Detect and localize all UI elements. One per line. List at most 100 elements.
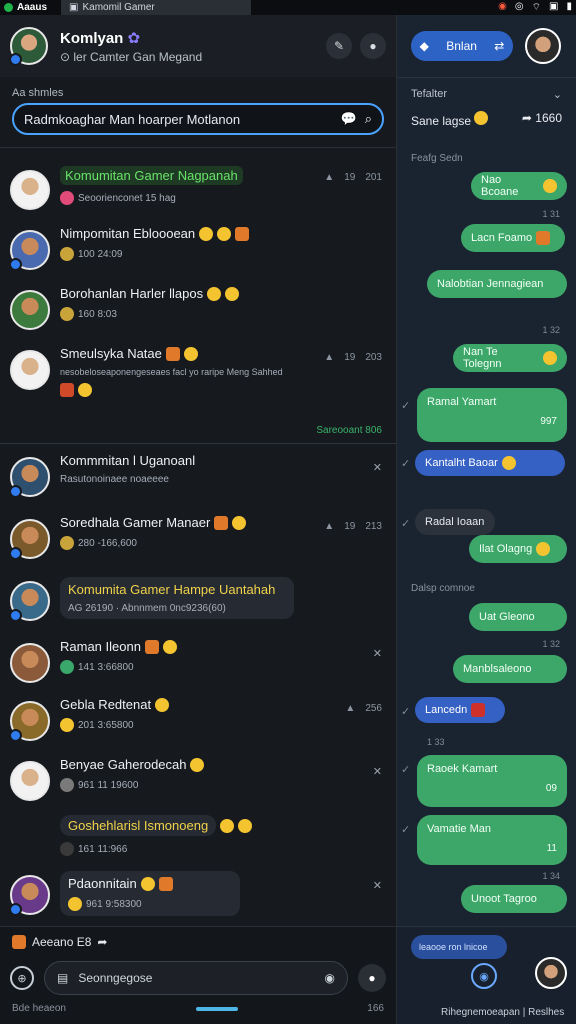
message-bubble[interactable]: Radal Ioaan [415, 509, 495, 535]
emoji-icon [220, 818, 235, 833]
message-meta: 997 [540, 416, 557, 427]
record-icon: ◉ [479, 970, 489, 983]
avatar[interactable] [9, 27, 48, 66]
list-item[interactable]: Gebla Redtenat 201 3:65800 ▲ 256 [0, 691, 396, 751]
chat-name: Pdaonnitain [68, 876, 232, 891]
message-bubble[interactable]: Vamatie Man 11 [417, 815, 567, 865]
message-bubble[interactable]: Ilat Olagng [469, 535, 567, 563]
list-item[interactable]: Soredhala Gamer Manaer 280 -166,600 ▲ 19 2… [0, 509, 396, 571]
search-icon[interactable]: ⌕ [365, 111, 372, 127]
close-icon[interactable]: ✕ [373, 765, 382, 778]
timestamp: 1 32 [542, 639, 560, 649]
close-icon[interactable]: ✕ [373, 647, 382, 660]
record-icon[interactable]: ◉ [325, 971, 335, 985]
status-bar: Aaaus ▣ Kamomil Gamer ◉ ◎ ⌔ ▣ ▮ [0, 0, 576, 15]
pill-button[interactable]: ◆ Bnlan ⇄ [411, 31, 513, 61]
emoji-icon [225, 286, 240, 301]
message-bubble[interactable]: Nao Bcoane [471, 172, 567, 200]
message-bubble[interactable]: Lancedn [415, 697, 505, 723]
list-item[interactable]: Nimpomitan Ebloooean 100 24:09 [0, 220, 396, 280]
avatar[interactable] [535, 957, 567, 989]
message-bubble[interactable]: Uat Gleono [469, 603, 567, 631]
list-item[interactable]: Kommmitan l Uganoanl Rasutonoinaee noaee… [0, 447, 396, 509]
list-item[interactable]: Komumita Gamer Hampe Uantahah AG 26190 ·… [0, 571, 396, 633]
emoji-icon [207, 286, 222, 301]
message-bubble[interactable]: Ramal Yamart 997 [417, 388, 567, 442]
message-meta: 11 [546, 843, 557, 854]
list-item[interactable]: Komumitan Gamer Nagpanah Seoorienconet 1… [0, 160, 396, 220]
chat-name: Kommmitan l Uganoanl [60, 453, 196, 468]
chat-preview: 961 9:58300 [86, 898, 142, 910]
share-icon[interactable]: ➦ [97, 935, 107, 949]
message-bubble[interactable]: Raoek Kamart 09 [417, 755, 567, 807]
profile-button[interactable]: ● [360, 33, 386, 59]
chat-name: Komumita Gamer Hampe Uantahah [68, 582, 276, 597]
timestamp: 1 31 [542, 209, 560, 219]
share-count[interactable]: ➦ 1660 [522, 111, 562, 128]
check-icon: ✓ [401, 518, 411, 530]
message-bubble[interactable]: Lacn Foamo [461, 224, 565, 252]
chat-preview: 961 11 19600 [78, 779, 139, 791]
verified-icon: ✿ [127, 29, 141, 47]
chevron-down-icon[interactable]: ⌄ [553, 88, 562, 101]
search-input[interactable]: Radmkoaghar Man hoarper Motlanon [24, 112, 333, 127]
composer-pill[interactable]: leaooe ron lnicoe [411, 935, 507, 959]
top-bar: Komlyan ✿ ⊙ ler Camter Gan Megand ✎ ● [0, 15, 396, 77]
footer-left: Bde heaeon [12, 1003, 66, 1014]
list-item[interactable]: Raman Ileonn 141 3:66800 ✕ [0, 633, 396, 691]
footer-text: Rihegnemoeapan | Reslhes [441, 1007, 565, 1018]
list-item[interactable]: Goshehlarisl Ismonoeng 161 11:966 [0, 809, 396, 865]
attach-button[interactable]: ⊕ [10, 966, 34, 990]
message-bubble[interactable]: Manblsaleono [453, 655, 567, 683]
list-item[interactable]: Benyae Gaherodecah 961 11 19600 ✕ [0, 751, 396, 809]
search-field[interactable]: Radmkoaghar Man hoarper Motlanon 💬 ⌕ [12, 103, 384, 135]
header-label: Tefalter [411, 88, 448, 100]
window-tab[interactable]: ▣ Kamomil Gamer [61, 0, 252, 15]
check-icon: ✓ [401, 764, 411, 776]
avatar [10, 170, 50, 210]
list-item[interactable]: Pdaonnitain 961 9:58300 ✕ [0, 865, 396, 925]
chat-list-pane: Komlyan ✿ ⊙ ler Camter Gan Megand ✎ ● Aa… [0, 15, 396, 1024]
edit-button[interactable]: ✎ [326, 33, 352, 59]
message-bubble[interactable]: Unoot Tagroo [461, 885, 567, 913]
close-icon[interactable]: ✕ [373, 879, 382, 892]
emoji-icon [536, 542, 551, 556]
status-icon [60, 247, 74, 261]
record-button[interactable]: ◉ [471, 963, 497, 989]
compose-area: Aeeano E8 ➦ ⊕ ▤ Seonngegose ◉ ● Bde heaeo… [0, 926, 396, 1024]
mic-button[interactable]: ● [358, 964, 386, 992]
section-label: Aa shmles [12, 87, 64, 99]
close-icon[interactable]: ✕ [373, 461, 382, 474]
wifi-icon: ⌔ [531, 2, 542, 13]
check-icon: ✓ [401, 458, 411, 470]
conversation-subheader[interactable]: Tefalter ⌄ [397, 78, 576, 101]
date-label: Dalsp comnoe [411, 583, 475, 594]
avatar [10, 290, 50, 330]
message-bubble[interactable]: Komumita Gamer Hampe Uantahah AG 26190 ·… [60, 577, 294, 619]
message-bubble[interactable]: Kantalht Baoar [415, 450, 565, 476]
avatar[interactable] [525, 28, 561, 64]
message-input[interactable]: ▤ Seonngegose ◉ [44, 961, 348, 995]
footer-right: 166 [367, 1003, 384, 1014]
status-icon [60, 307, 74, 321]
date-label: Feafg Sedn [411, 153, 463, 164]
app-name: Aaaus [17, 2, 48, 13]
emoji-icon [501, 456, 516, 470]
list-item[interactable]: Borohanlan Harler llapos 160 8:03 [0, 280, 396, 340]
tab-icon: ▣ [69, 2, 79, 13]
message-bubble[interactable]: Pdaonnitain 961 9:58300 [60, 871, 240, 916]
avatar [10, 643, 50, 683]
conversation-title-row: Sane lagse ➦ 1660 [397, 101, 576, 128]
home-indicator[interactable] [195, 1006, 238, 1011]
chat-bubble-icon[interactable]: 💬 [341, 111, 357, 127]
divider [0, 443, 396, 444]
emoji-icon [217, 226, 232, 241]
reply-preview[interactable]: Aeeano E8 ➦ [0, 927, 396, 957]
emoji-icon [214, 515, 229, 530]
emoji-icon [140, 876, 155, 891]
chat-name: Raman Ileonn [60, 639, 386, 654]
emoji-icon [162, 639, 177, 654]
message-bubble[interactable]: Nan Te Tolegnn [453, 344, 567, 372]
chat-preview: 141 3:66800 [78, 661, 134, 673]
message-bubble[interactable]: Nalobtian Jennagiean [427, 270, 567, 298]
